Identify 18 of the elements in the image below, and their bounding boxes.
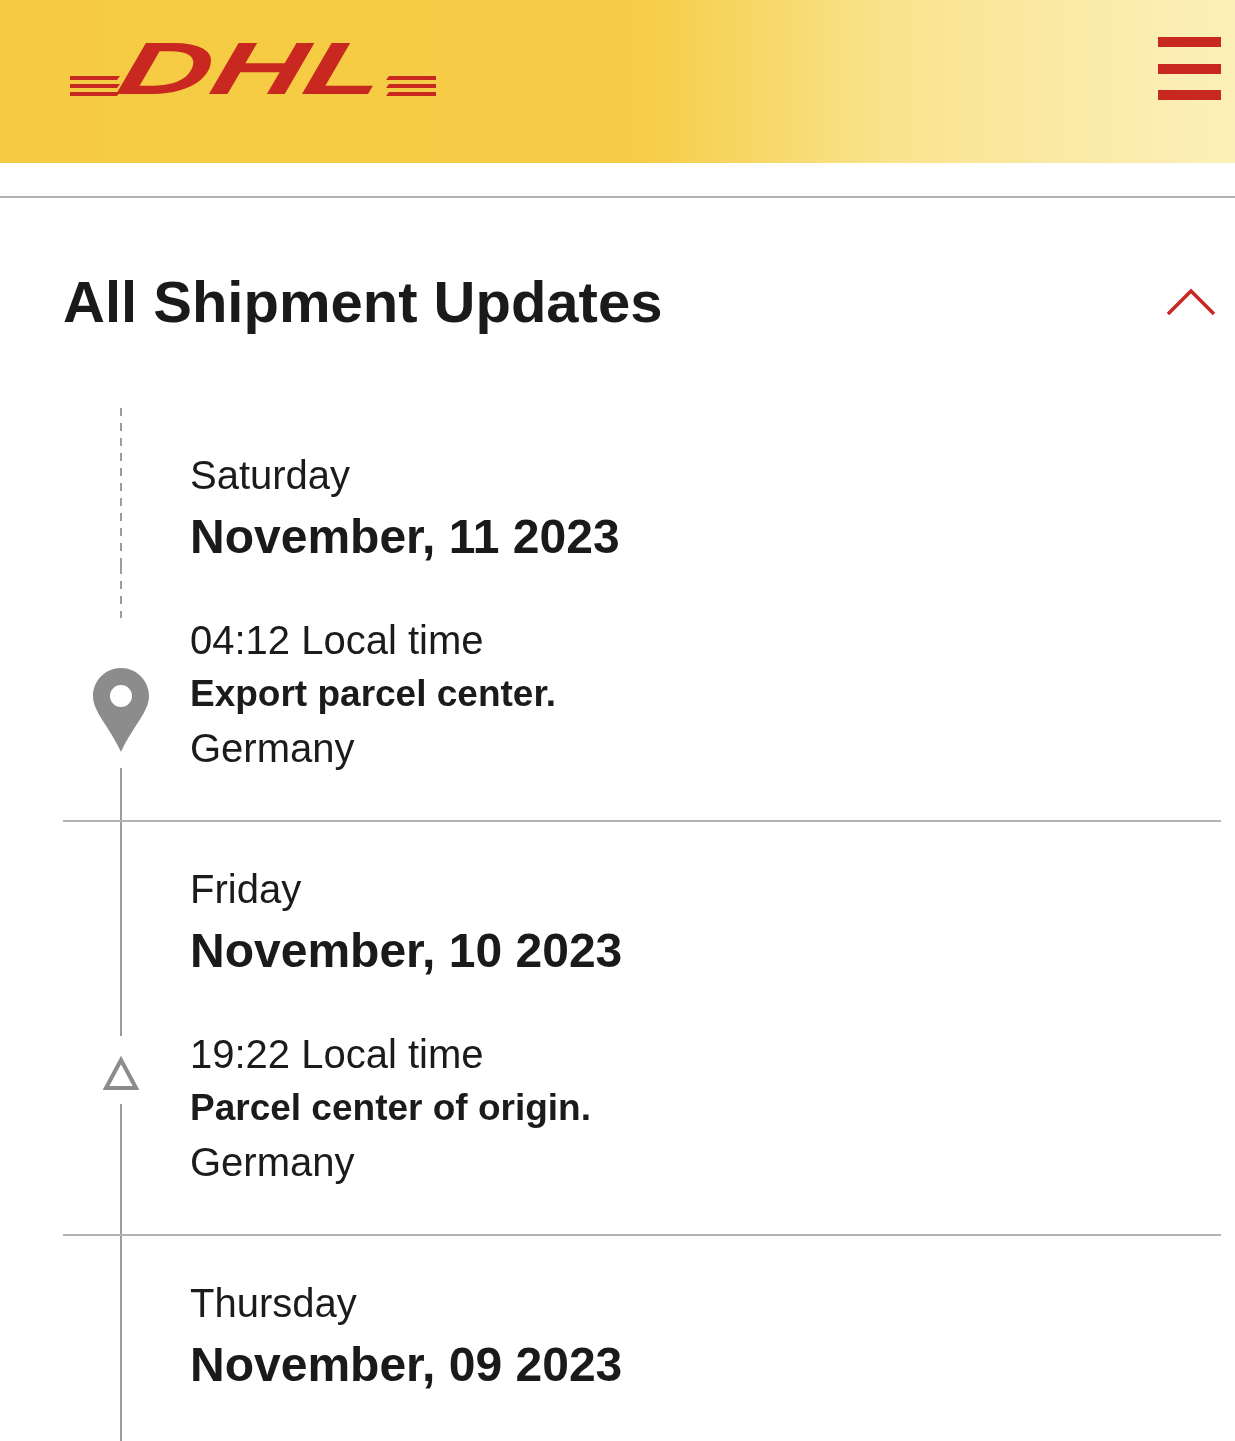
weekday-label: Thursday (190, 1280, 358, 1327)
weekday-label: Saturday (190, 452, 352, 499)
section-title: All Shipment Updates (63, 268, 663, 336)
logo[interactable]: DHL (70, 42, 436, 96)
event-location: Germany (190, 725, 356, 772)
date-heading: November, 09 2023 (190, 1337, 624, 1393)
date-heading: November, 10 2023 (190, 923, 624, 979)
event-time: 19:22 Local time (190, 1031, 485, 1078)
triangle-icon (103, 1055, 139, 1091)
menu-icon[interactable] (1158, 37, 1221, 100)
event-location: Germany (190, 1139, 356, 1186)
event-description: Parcel center of origin. (190, 1086, 592, 1130)
chevron-up-icon[interactable] (1166, 288, 1216, 316)
event-time: 04:12 Local time (190, 617, 485, 664)
event-description: Export parcel center. (190, 672, 558, 716)
location-pin-icon (93, 668, 149, 752)
date-heading: November, 11 2023 (190, 509, 621, 565)
weekday-label: Friday (190, 866, 303, 913)
